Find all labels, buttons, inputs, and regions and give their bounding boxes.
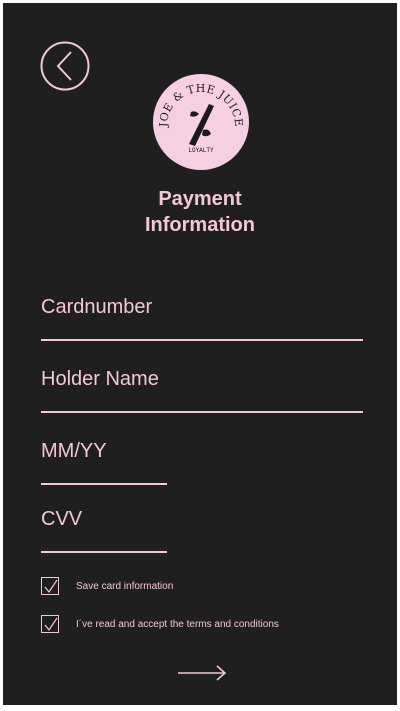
cvv-field[interactable]: CVV (41, 506, 167, 553)
expiry-placeholder: MM/YY (41, 440, 107, 462)
arrow-right-icon (178, 665, 227, 681)
next-button[interactable] (176, 663, 228, 683)
save-card-option: Save card information (41, 576, 173, 596)
page-title-line2: Information (145, 214, 255, 236)
cvv-placeholder: CVV (41, 508, 83, 530)
card-number-underline (41, 339, 363, 341)
card-number-field[interactable]: Cardnumber (41, 294, 363, 341)
holder-name-underline (41, 411, 363, 413)
payment-screen: JOE & THE JUICE LOYALTY Payment Informat… (3, 3, 397, 705)
terms-option: I´ve read and accept the terms and condi… (41, 614, 279, 634)
back-icon (40, 41, 90, 91)
terms-label: I´ve read and accept the terms and condi… (76, 618, 279, 630)
expiry-underline (41, 483, 167, 485)
holder-name-field[interactable]: Holder Name (41, 366, 363, 413)
cvv-underline (41, 551, 167, 553)
page-title-line1: Payment (158, 188, 242, 210)
logo-mark: JOE & THE JUICE LOYALTY (157, 82, 245, 154)
brand-logo: JOE & THE JUICE LOYALTY (153, 74, 249, 170)
checkmark-icon (44, 579, 58, 594)
save-card-checkbox[interactable] (41, 577, 59, 595)
terms-checkbox[interactable] (41, 615, 59, 633)
card-number-placeholder: Cardnumber (41, 296, 153, 318)
save-card-label: Save card information (76, 580, 174, 592)
expiry-field[interactable]: MM/YY (41, 438, 167, 485)
checkmark-icon (44, 617, 58, 632)
holder-name-placeholder: Holder Name (41, 368, 159, 390)
page-title: Payment Information (3, 186, 397, 238)
back-button[interactable] (40, 41, 90, 91)
logo-sub-text: LOYALTY (188, 147, 214, 154)
